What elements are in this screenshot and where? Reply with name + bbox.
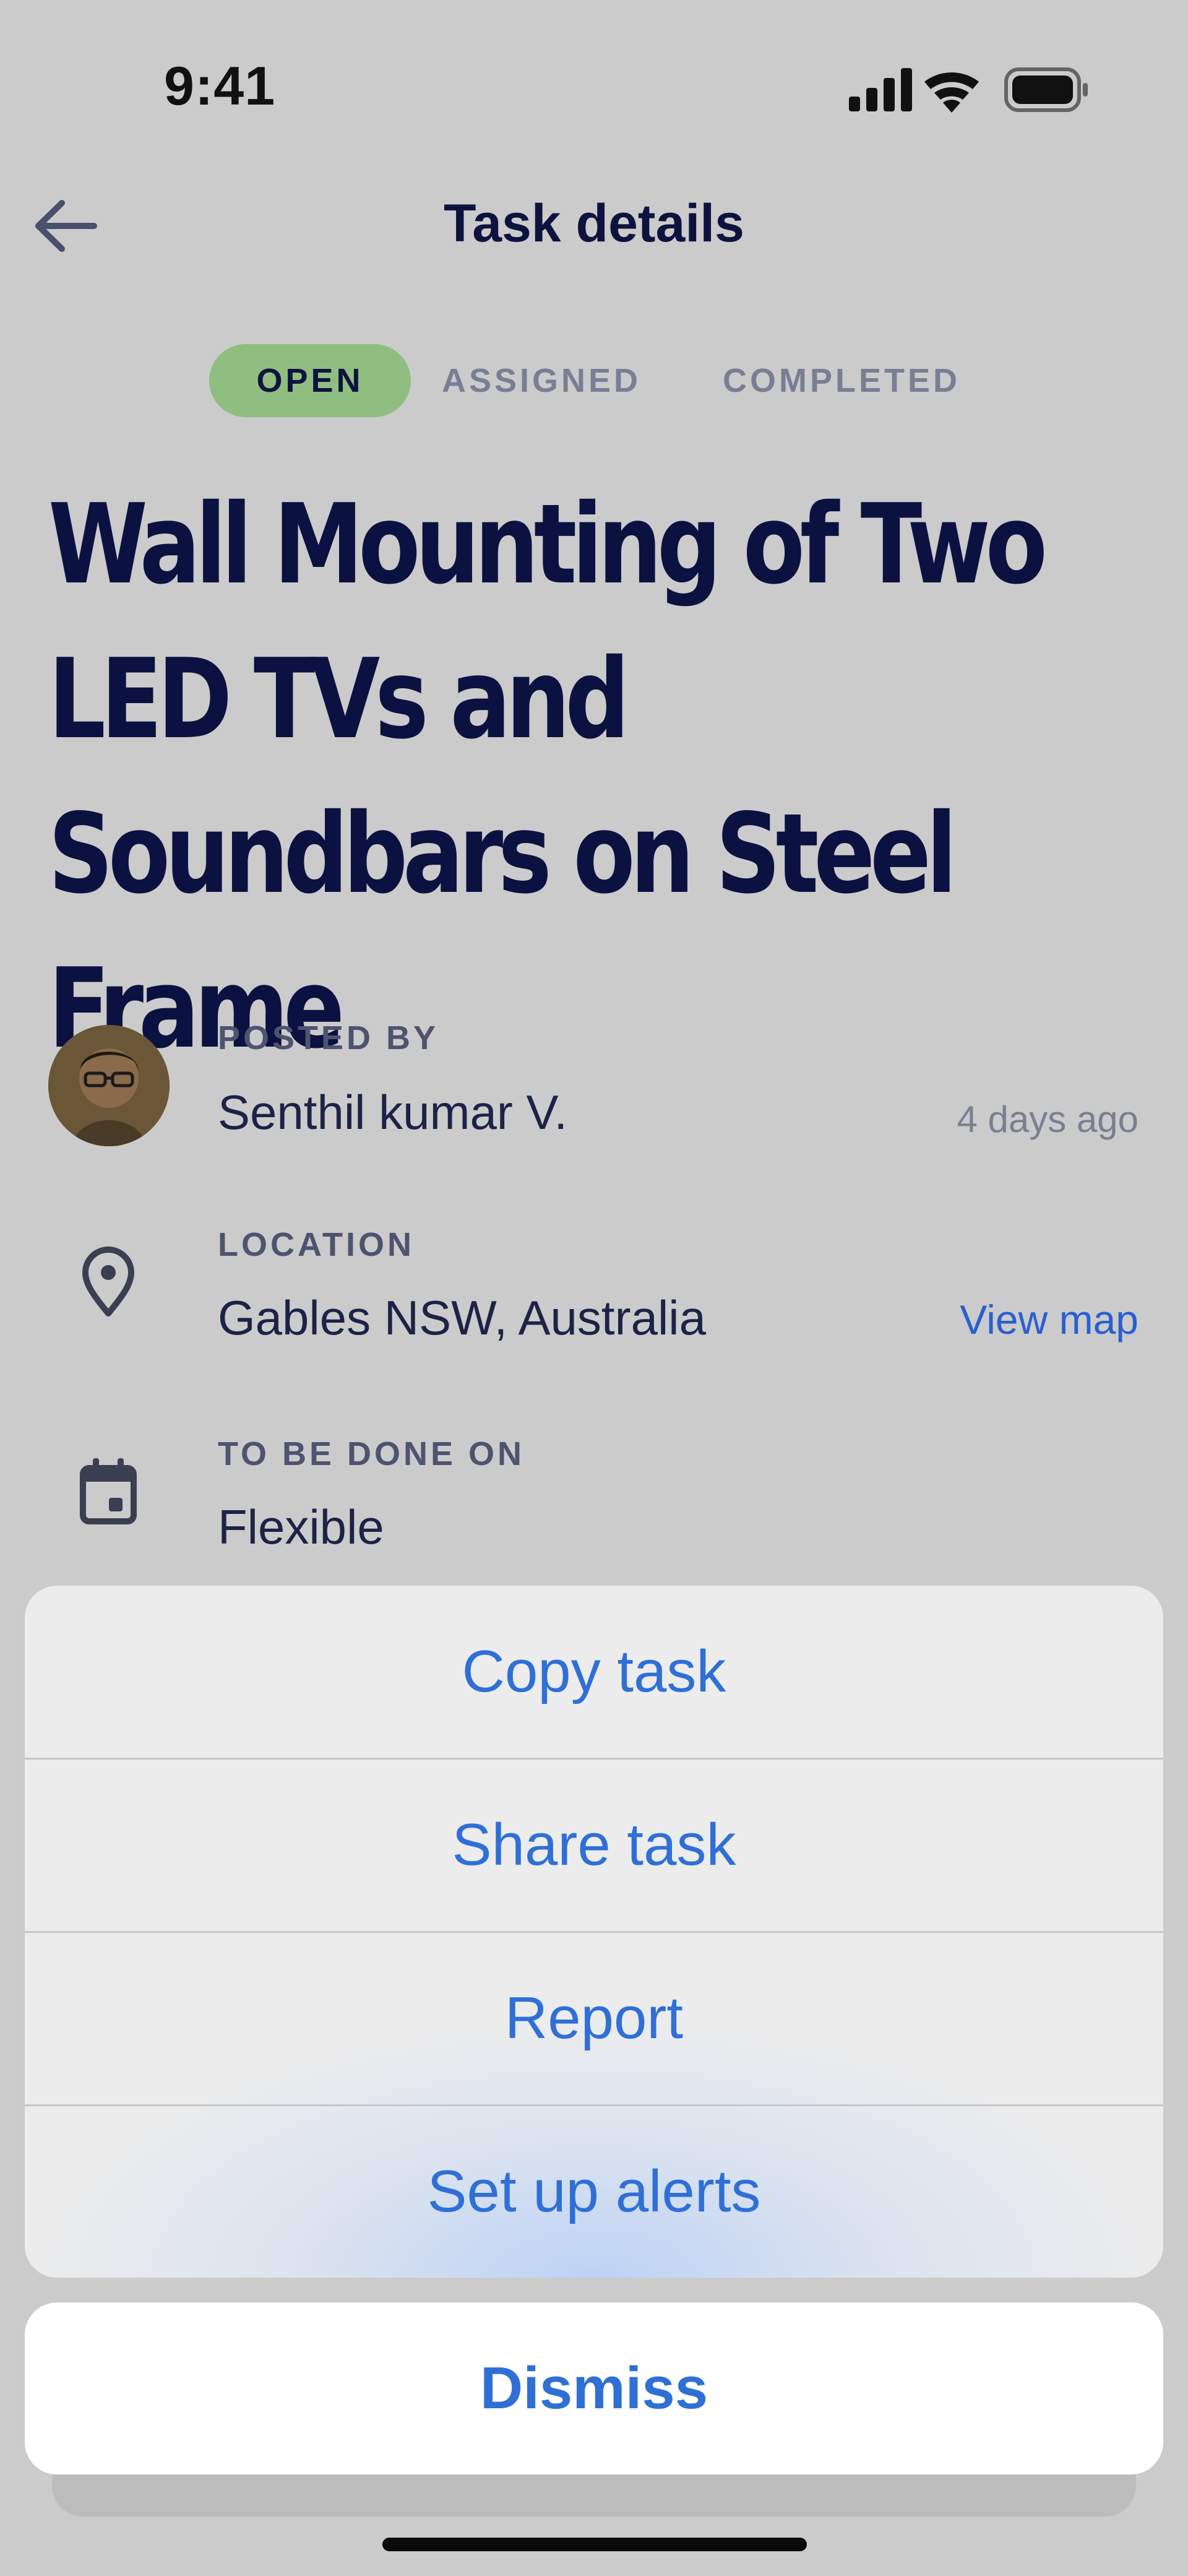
report-button[interactable]: Report xyxy=(25,1932,1163,2106)
status-icons xyxy=(849,67,1088,113)
posted-time: 4 days ago xyxy=(957,1099,1138,1140)
dismiss-button[interactable]: Dismiss xyxy=(25,2302,1163,2474)
share-task-button[interactable]: Share task xyxy=(25,1759,1163,1933)
schedule-value: Flexible xyxy=(218,1500,384,1554)
location-pin-icon xyxy=(82,1247,134,1316)
action-sheet: Copy task Share task Report Set up alert… xyxy=(25,1586,1163,2278)
status-time: 9:41 xyxy=(164,55,276,116)
poster-name[interactable]: Senthil kumar V. xyxy=(218,1084,567,1141)
task-title: Wall Mounting of Two LED TVs and Soundba… xyxy=(48,480,1048,1073)
tab-assigned[interactable]: ASSIGNED xyxy=(433,344,650,417)
posted-by-label: POSTED BY xyxy=(218,1019,439,1057)
home-indicator xyxy=(382,2538,807,2551)
set-up-alerts-button[interactable]: Set up alerts xyxy=(25,2106,1163,2278)
calendar-icon xyxy=(80,1458,137,1524)
signal-icon xyxy=(849,68,912,111)
location-value: Gables NSW, Australia xyxy=(218,1290,706,1345)
location-label: LOCATION xyxy=(218,1226,415,1263)
tab-completed[interactable]: COMPLETED xyxy=(712,344,971,417)
wifi-icon xyxy=(924,72,979,113)
schedule-label: TO BE DONE ON xyxy=(218,1435,525,1472)
tab-open[interactable]: OPEN xyxy=(209,344,411,417)
copy-task-button[interactable]: Copy task xyxy=(25,1586,1163,1760)
battery-icon xyxy=(1004,67,1088,112)
view-map-link[interactable]: View map xyxy=(960,1296,1138,1343)
avatar[interactable] xyxy=(48,1025,170,1146)
page-title: Task details xyxy=(444,194,744,253)
